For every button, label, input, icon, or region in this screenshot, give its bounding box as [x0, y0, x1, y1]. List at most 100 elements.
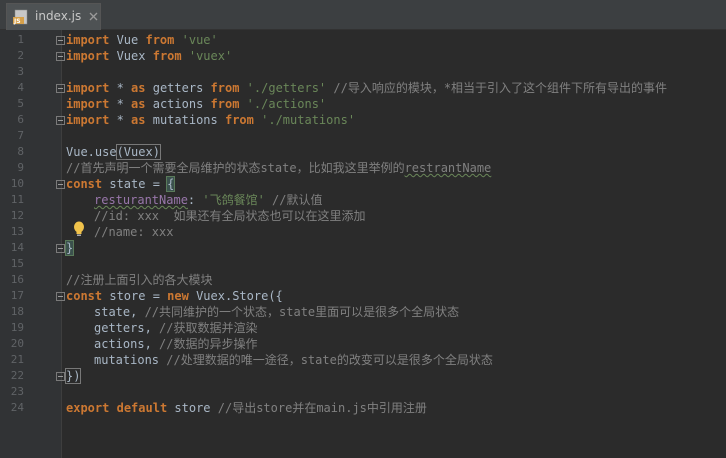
- code-text: state =: [102, 177, 168, 191]
- fold-collapse-icon[interactable]: [56, 292, 65, 301]
- fold-collapse-icon[interactable]: [56, 180, 65, 189]
- comment: //注册上面引入的各大模块: [66, 273, 213, 287]
- vertical-scrollbar[interactable]: [722, 30, 726, 458]
- js-file-icon: JS: [13, 9, 28, 25]
- close-icon[interactable]: [89, 12, 98, 21]
- code-text: Vuex: [109, 49, 153, 63]
- line-number-gutter: 1 2 3 4 5 6 7 8 9 10 11 12 13 14 15 16 1…: [0, 30, 65, 458]
- code-line-2: import Vuex from 'vuex': [66, 48, 232, 64]
- code-content[interactable]: import Vue from 'vue' import Vuex from '…: [64, 30, 726, 458]
- string-literal: './actions': [246, 97, 327, 111]
- fold-collapse-icon[interactable]: [56, 84, 65, 93]
- line-number: 1: [17, 33, 24, 46]
- line-number: 5: [17, 97, 24, 110]
- line-number: 10: [10, 177, 24, 190]
- line-number: 19: [10, 321, 24, 334]
- code-text: store =: [102, 289, 168, 303]
- code-text: *: [109, 81, 132, 95]
- keyword: new: [167, 289, 189, 303]
- code-text: mutations: [94, 353, 167, 367]
- code-line-13: //name: xxx: [66, 224, 173, 240]
- code-line-12: //id: xxx 如果还有全局状态也可以在这里添加: [66, 208, 365, 224]
- line-number: 11: [10, 193, 24, 206]
- code-line-6: import * as mutations from './mutations': [66, 112, 355, 128]
- code-text: mutations: [145, 113, 225, 127]
- code-editor[interactable]: 1 2 3 4 5 6 7 8 9 10 11 12 13 14 15 16 1…: [0, 30, 726, 458]
- code-line-21: mutations //处理数据的唯一途径，state的改变可以是很多个全局状态: [66, 352, 493, 368]
- keyword: from: [210, 97, 240, 111]
- keyword: const: [66, 289, 103, 303]
- code-text: Vue.use: [66, 145, 117, 159]
- line-number: 6: [17, 113, 24, 126]
- line-number: 3: [17, 65, 24, 78]
- line-number: 13: [10, 225, 24, 238]
- tab-index-js[interactable]: JS index.js: [6, 3, 101, 30]
- comment: //id: xxx 如果还有全局状态也可以在这里添加: [94, 209, 366, 223]
- keyword: import: [66, 97, 110, 111]
- keyword: as: [131, 81, 146, 95]
- keyword: const: [66, 177, 103, 191]
- comment: //获取数据并渲染: [159, 321, 258, 335]
- keyword: import: [66, 113, 110, 127]
- keyword: from: [145, 33, 175, 47]
- fold-end-icon[interactable]: [56, 372, 65, 381]
- code-line-18: state, //共同维护的一个状态，state里面可以是很多个全局状态: [66, 304, 459, 320]
- comment: //导出store并在main.js中引用注册: [217, 401, 427, 415]
- code-line-5: import * as actions from './actions': [66, 96, 326, 112]
- property-name: resturantName: [94, 193, 188, 207]
- string-literal: './getters': [246, 81, 327, 95]
- line-number: 4: [17, 81, 24, 94]
- fold-collapse-icon[interactable]: [56, 36, 65, 45]
- line-number: 18: [10, 305, 24, 318]
- code-line-22: }): [64, 368, 82, 384]
- comment: restrantName: [404, 161, 492, 175]
- line-number: 16: [10, 273, 24, 286]
- string-literal: 'vue': [181, 33, 218, 47]
- code-text: actions,: [94, 337, 160, 351]
- comment: //首先声明一个需要全局维护的状态state，比如我这里举例的: [66, 161, 405, 175]
- code-line-19: getters, //获取数据并渲染: [66, 320, 257, 336]
- fold-end-icon[interactable]: [56, 244, 65, 253]
- code-text: actions: [145, 97, 211, 111]
- keyword: import: [66, 81, 110, 95]
- keyword: from: [152, 49, 182, 63]
- fold-end-icon[interactable]: [56, 52, 65, 61]
- code-line-8: Vue.use(Vuex): [66, 144, 161, 160]
- line-number: 7: [17, 129, 24, 142]
- line-number: 12: [10, 209, 24, 222]
- tab-label: index.js: [35, 9, 82, 23]
- comment: //默认值: [264, 193, 323, 207]
- line-number: 8: [17, 145, 24, 158]
- code-text: Vue: [109, 33, 146, 47]
- line-number: 15: [10, 257, 24, 270]
- code-text: (Vuex): [115, 144, 161, 160]
- code-line-11: resturantName: '飞鸽餐馆' //默认值: [66, 192, 323, 208]
- code-line-17: const store = new Vuex.Store({: [66, 288, 283, 304]
- keyword: import: [66, 33, 110, 47]
- fold-end-icon[interactable]: [56, 116, 65, 125]
- code-line-16: //注册上面引入的各大模块: [66, 272, 212, 288]
- line-number: 20: [10, 337, 24, 350]
- line-number: 14: [10, 241, 24, 254]
- code-text: }): [64, 368, 82, 384]
- code-line-20: actions, //数据的异步操作: [66, 336, 257, 352]
- comment: //数据的异步操作: [159, 337, 258, 351]
- keyword: from: [210, 81, 240, 95]
- editor-tab-bar: JS index.js: [0, 0, 726, 30]
- string-literal: 'vuex': [188, 49, 233, 63]
- string-literal: '飞鸽餐馆': [202, 193, 265, 207]
- code-line-9: //首先声明一个需要全局维护的状态state，比如我这里举例的restrantN…: [66, 160, 491, 176]
- code-line-14: }: [64, 240, 75, 256]
- string-literal: './mutations': [261, 113, 356, 127]
- keyword: as: [131, 97, 146, 111]
- keyword: export: [66, 401, 110, 415]
- line-number: 17: [10, 289, 24, 302]
- code-text: state,: [94, 305, 145, 319]
- line-number: 24: [10, 401, 24, 414]
- code-text: store: [167, 401, 218, 415]
